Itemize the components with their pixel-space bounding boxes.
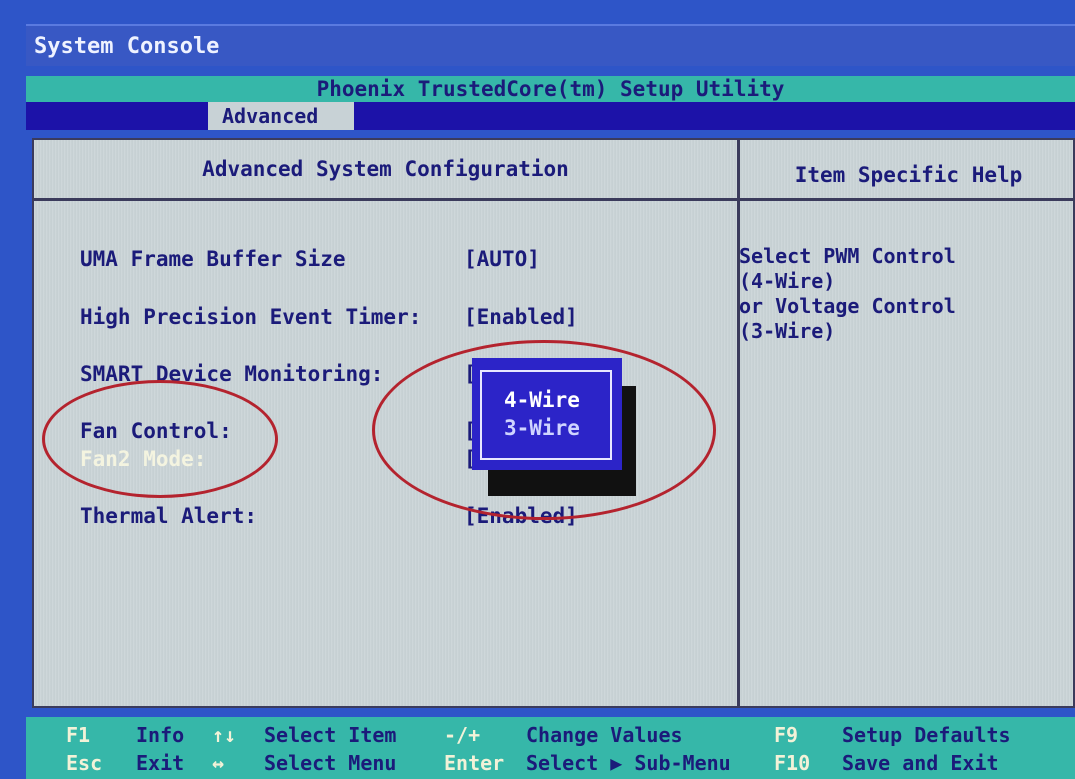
- footer-label-select-submenu: Select ▶ Sub-Menu: [526, 751, 731, 775]
- tab-bar: Advanced: [26, 102, 1075, 130]
- annotation-circle-popup: [372, 340, 716, 520]
- footer-key-updown[interactable]: ↑↓: [212, 723, 236, 747]
- section-title: Advanced System Configuration: [202, 157, 569, 181]
- footer-key-minus-plus[interactable]: -/+: [444, 723, 480, 747]
- footer-key-f9[interactable]: F9: [774, 723, 798, 747]
- option-thermal-alert-label[interactable]: Thermal Alert:: [80, 504, 257, 528]
- help-text: Select PWM Control (4-Wire) or Voltage C…: [739, 244, 956, 343]
- help-title: Item Specific Help: [794, 163, 1023, 187]
- footer-key-f10[interactable]: F10: [774, 751, 810, 775]
- footer-label-select-menu: Select Menu: [264, 751, 397, 775]
- window-title: System Console: [26, 24, 1075, 66]
- footer-key-enter[interactable]: Enter: [444, 751, 504, 775]
- panel-divider-vertical: [737, 140, 740, 706]
- footer-key-leftright[interactable]: ↔: [212, 751, 224, 775]
- option-uma-frame-buffer-label[interactable]: UMA Frame Buffer Size: [80, 247, 346, 271]
- footer-label-setup-defaults: Setup Defaults: [842, 723, 1011, 747]
- tab-advanced[interactable]: Advanced: [208, 102, 354, 130]
- footer-key-f1[interactable]: F1: [66, 723, 90, 747]
- option-uma-frame-buffer-value[interactable]: [AUTO]: [464, 247, 540, 271]
- utility-title: Phoenix TrustedCore(tm) Setup Utility: [26, 76, 1075, 102]
- footer-key-esc[interactable]: Esc: [66, 751, 102, 775]
- footer-label-exit: Exit: [136, 751, 185, 775]
- annotation-circle-fan-control: [42, 380, 278, 498]
- footer-label-save-and-exit: Save and Exit: [842, 751, 999, 775]
- footer-label-info: Info: [136, 723, 185, 747]
- option-hpet-value[interactable]: [Enabled]: [464, 305, 578, 329]
- footer-label-change-values: Change Values: [526, 723, 683, 747]
- footer-label-select-item: Select Item: [264, 723, 397, 747]
- footer-bar: F1 Info ↑↓ Select Item -/+ Change Values…: [26, 717, 1075, 779]
- option-hpet-label[interactable]: High Precision Event Timer:: [80, 305, 421, 329]
